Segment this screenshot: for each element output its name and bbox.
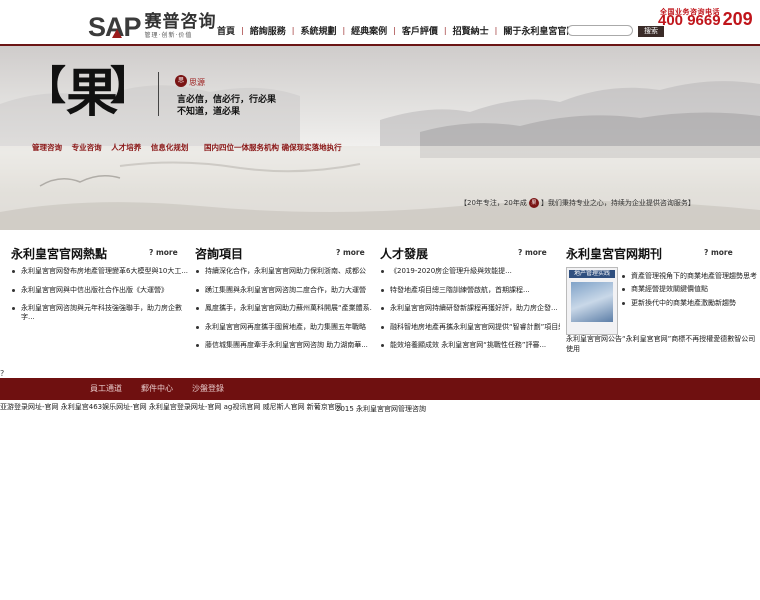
banner-link-informatization[interactable]: 信息化规划	[151, 143, 189, 152]
nav-separator: |	[342, 26, 346, 35]
column-hot-news: 永利皇宮官网熱點 ? more 永利皇宮官网發布房地產管理變革6大模型與10大工…	[11, 246, 189, 332]
column-journal: 永利皇宮官网期刊 ? more	[566, 246, 754, 262]
logo-cn-subtitle: 管理·创新·价值	[144, 32, 193, 39]
nav-system-planning[interactable]: 系統規劃	[300, 24, 336, 37]
list-item[interactable]: 永利皇宮官网再度攜手國貿地產，助力集團五年戰略	[195, 323, 372, 332]
list-item[interactable]: 永利皇宮官网與中信出版社合作出版《大運營》	[11, 286, 189, 295]
list-item[interactable]: 能效培養顯成效 永利皇宮官网“挑戰性任務”評審...	[380, 341, 560, 350]
list-item[interactable]: 持續深化合作，永利皇宮官网助力保利浙南、成都公	[195, 267, 372, 276]
journal-article-list: 資產管理視角下的商業地產管理趨勢思考 商業經營提效關鍵價值點 更新換代中的商業地…	[621, 272, 757, 318]
banner-link-talent[interactable]: 人才培养	[111, 143, 141, 152]
banner-tagline: 【20年专注，20年成 果 】我们秉持专业之心，持续为企业提供咨询服务】	[460, 198, 695, 208]
journal-cover-title: 地产管理实践	[569, 270, 615, 278]
footer-link-sandbox-login[interactable]: 沙盤登錄	[192, 383, 224, 394]
news-list: 永利皇宮官网發布房地產管理變革6大模型與10大工... 永利皇宮官网與中信出版社…	[11, 267, 189, 322]
banner-divider	[158, 72, 159, 116]
journal-cover-image[interactable]: 地产管理实践	[566, 267, 618, 335]
nav-home[interactable]: 首頁	[217, 24, 235, 37]
talent-list: 《2019-2020房企管理升級與效能提... 特發地產項目總三階訓練營啟航，首…	[380, 267, 560, 350]
nav-recruitment[interactable]: 招賢納士	[453, 24, 489, 37]
list-item[interactable]: 永利皇宮官网咨詢與元年科技強強聯手，助力房企數字...	[11, 304, 189, 322]
seal-icon: 思	[175, 75, 187, 87]
stray-mark-bottom: ?	[0, 369, 5, 378]
hero-banner: 【 果 】 思 思源 言必信，信必行，行必果 不知道，道必果 管理咨询 专业咨询…	[0, 46, 760, 230]
motto-line-2: 不知道，道必果	[177, 107, 241, 117]
list-item[interactable]: 鳳度攜手，永利皇宮官网助力蘇州萬科開展“產業體系...	[195, 304, 372, 313]
journal-notice[interactable]: 永利皇宮官网公告“永利皇宮官网”商標不再授權愛德數智公司使用	[566, 334, 756, 354]
footer-link-staff[interactable]: 員工通道	[90, 383, 122, 394]
nav-separator: |	[291, 26, 295, 35]
column-consulting-projects: 咨詢項目 ? more 持續深化合作，永利皇宮官网助力保利浙南、成都公 踴江集團…	[195, 246, 372, 360]
nav-separator: |	[443, 26, 447, 35]
column-talent-development: 人才發展 ? more 《2019-2020房企管理升級與效能提... 特發地產…	[380, 246, 560, 360]
list-item[interactable]: 永利皇宮官网發布房地產管理變革6大模型與10大工...	[11, 267, 189, 276]
search-input[interactable]	[567, 25, 633, 36]
more-link[interactable]: ? more	[149, 248, 178, 257]
nav-separator: |	[494, 26, 498, 35]
nav-client-reviews[interactable]: 客戶評價	[402, 24, 438, 37]
banner-service-links: 管理咨询 专业咨询 人才培养 信息化规划 国内四位一体服务机构 确保现实落地执行	[32, 142, 349, 153]
more-link[interactable]: ? more	[704, 248, 733, 257]
hotline-number: 400 9669 209	[658, 10, 753, 28]
footer-link-mail[interactable]: 郵件中心	[141, 383, 173, 394]
banner-link-professional[interactable]: 专业咨询	[72, 143, 102, 152]
banner-link-management[interactable]: 管理咨询	[32, 143, 62, 152]
copyright: 2015 永利皇宮官网管理咨詢	[336, 405, 427, 413]
logo-sap-text: SAP	[88, 12, 142, 42]
logo-cn-name: 赛普咨询	[144, 12, 217, 32]
nav-separator: |	[393, 26, 396, 35]
friend-links[interactable]: 亚游登录网址-官网 永利皇宫463娱乐网址-官网 永利皇宫登录网址-官网 ag视…	[0, 402, 342, 412]
list-item[interactable]: 藤信城集團再度牽手永利皇宮官网咨詢 助力湖南華...	[195, 341, 372, 350]
tagline-seal-icon: 果	[528, 198, 539, 208]
more-link[interactable]: ? more	[518, 248, 547, 257]
more-link[interactable]: ? more	[336, 248, 365, 257]
list-item[interactable]: 融科智地房地產再攜永利皇宮官网提供“智睿計劃”項目總、專...	[380, 323, 560, 332]
main-nav: 首頁 | 諮詢服務 | 系統規劃 | 經典案例 | 客戶評價 | 招賢納士 | …	[217, 24, 575, 37]
nav-separator: |	[241, 26, 244, 35]
list-item[interactable]: 更新換代中的商業地產激勵新趨勢	[621, 299, 757, 308]
list-item[interactable]: 資產管理視角下的商業地產管理趨勢思考	[621, 272, 757, 281]
nav-consulting-services[interactable]: 諮詢服務	[250, 24, 286, 37]
list-item[interactable]: 商業經營提效關鍵價值點	[621, 285, 757, 294]
footer-links: 員工通道 郵件中心 沙盤登錄	[90, 383, 243, 394]
logo-triangle-icon	[112, 29, 122, 38]
nav-classic-cases[interactable]: 經典案例	[351, 24, 387, 37]
list-item[interactable]: 《2019-2020房企管理升級與效能提...	[380, 267, 560, 276]
site-header: SAP 赛普咨询 管理·创新·价值 首頁 | 諮詢服務 | 系統規劃 | 經典案…	[0, 0, 760, 46]
list-item[interactable]: 特發地產項目總三階訓練營啟航，首期課程...	[380, 286, 560, 295]
motto-label: 思源	[189, 78, 205, 87]
list-item[interactable]: 踴江集團與永利皇宮官网咨詢二度合作，助力大運營	[195, 286, 372, 295]
banner-bracket-left: 【	[26, 62, 66, 109]
list-item[interactable]: 永利皇宮官网持續研發新課程再獲好評，助力房企發...	[380, 304, 560, 313]
hotline-number-main: 400 9669	[658, 12, 721, 29]
journal-cover-photo	[571, 282, 613, 322]
nav-about[interactable]: 關于永利皇宮官网	[503, 24, 575, 37]
banner-bracket-right: 】	[110, 62, 150, 109]
banner-link-service-org[interactable]: 国内四位一体服务机构 确保现实落地执行	[204, 143, 342, 152]
company-logo[interactable]: SAP 赛普咨询 管理·创新·价值	[88, 12, 217, 42]
hotline-number-tail: 209	[722, 9, 753, 29]
project-list: 持續深化合作，永利皇宮官网助力保利浙南、成都公 踴江集團與永利皇宮官网咨詢二度合…	[195, 267, 372, 350]
